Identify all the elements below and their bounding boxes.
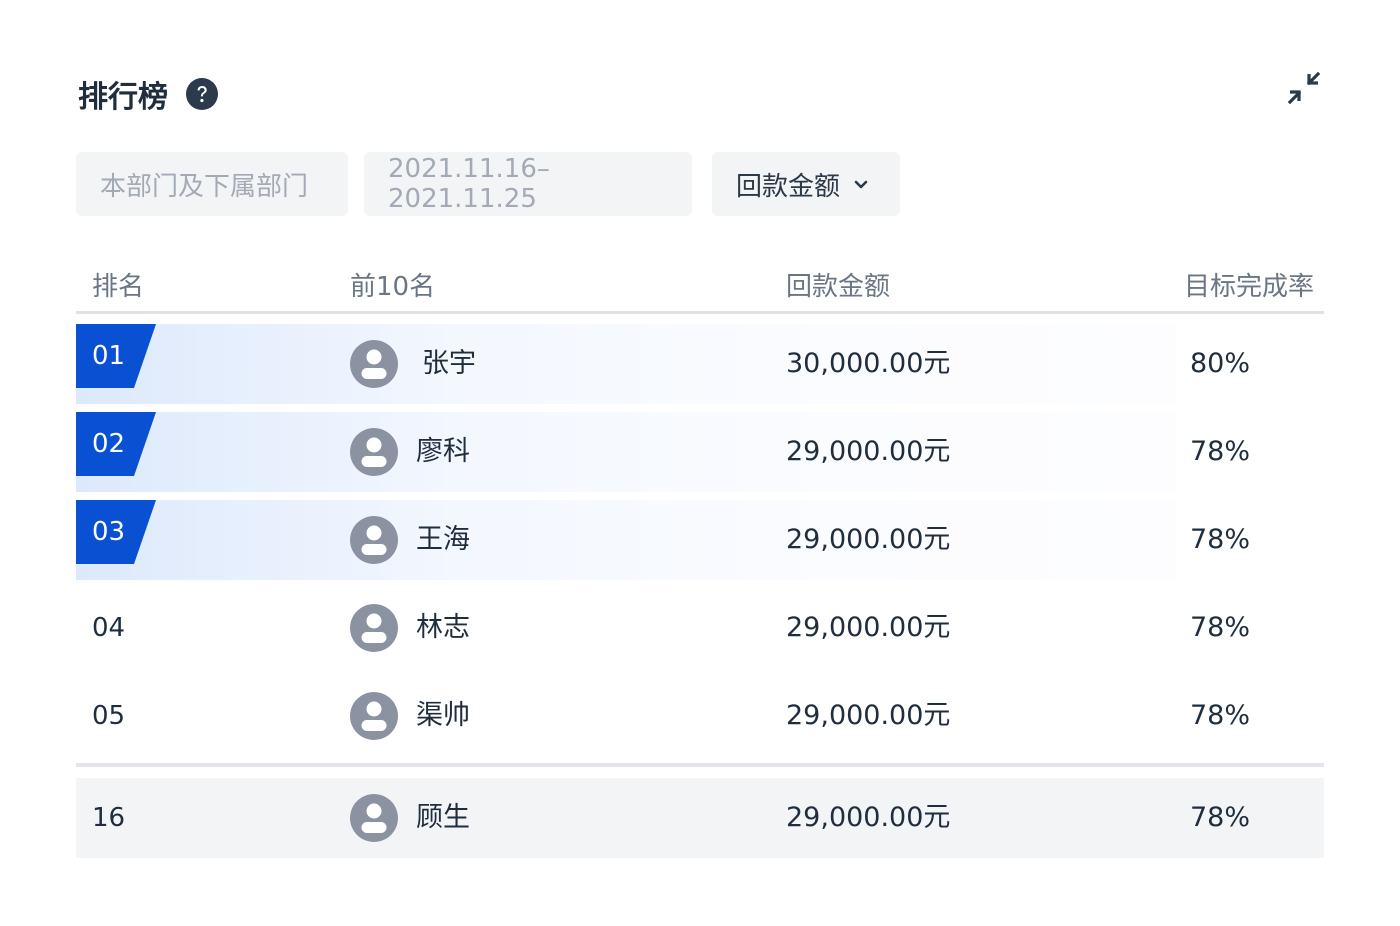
table-row[interactable]: 01 张宇 30,000.00元 80% bbox=[76, 324, 1324, 404]
completion-rate: 80% bbox=[1190, 348, 1251, 379]
completion-rate: 78% bbox=[1190, 802, 1251, 833]
header-divider bbox=[76, 311, 1324, 314]
table-row[interactable]: 04 林志 29,000.00元 78% bbox=[76, 588, 1324, 668]
avatar-icon bbox=[350, 794, 398, 842]
completion-rate: 78% bbox=[1190, 700, 1251, 731]
employee-name: 廖科 bbox=[416, 436, 470, 467]
section-divider bbox=[76, 763, 1324, 767]
panel-header: 排行榜 bbox=[78, 72, 218, 116]
payment-amount: 29,000.00元 bbox=[786, 612, 951, 643]
employee-name: 渠帅 bbox=[416, 700, 470, 731]
rank-number: 04 bbox=[92, 613, 126, 643]
completion-rate: 78% bbox=[1190, 524, 1251, 555]
column-header-name: 前10名 bbox=[350, 272, 436, 302]
rank-number: 16 bbox=[92, 803, 126, 833]
my-rank-row[interactable]: 16 顾生 29,000.00元 78% bbox=[76, 778, 1324, 858]
employee-name: 王海 bbox=[416, 524, 470, 555]
metric-select[interactable]: 回款金额 bbox=[712, 152, 900, 216]
column-header-rate: 目标完成率 bbox=[1184, 272, 1315, 302]
avatar-icon bbox=[350, 604, 398, 652]
employee-name: 林志 bbox=[416, 612, 470, 643]
payment-amount: 29,000.00元 bbox=[786, 436, 951, 467]
column-header-rank: 排名 bbox=[92, 272, 145, 302]
rank-badge: 02 bbox=[76, 412, 158, 476]
question-circle-icon[interactable] bbox=[186, 78, 218, 110]
payment-amount: 29,000.00元 bbox=[786, 700, 951, 731]
employee-name: 张宇 bbox=[422, 348, 476, 379]
rank-badge: 03 bbox=[76, 500, 158, 564]
department-filter[interactable]: 本部门及下属部门 bbox=[76, 152, 348, 216]
table-row[interactable]: 05 渠帅 29,000.00元 78% bbox=[76, 676, 1324, 756]
avatar-icon bbox=[350, 428, 398, 476]
table-row[interactable]: 02 廖科 29,000.00元 78% bbox=[76, 412, 1324, 492]
payment-amount: 30,000.00元 bbox=[786, 348, 951, 379]
avatar-icon bbox=[350, 340, 398, 388]
chevron-down-icon bbox=[854, 180, 868, 189]
avatar-icon bbox=[350, 692, 398, 740]
employee-name: 顾生 bbox=[416, 802, 470, 833]
avatar-icon bbox=[350, 516, 398, 564]
column-header-amount: 回款金额 bbox=[786, 272, 891, 302]
date-range-filter[interactable]: 2021.11.16–2021.11.25 bbox=[364, 152, 692, 216]
payment-amount: 29,000.00元 bbox=[786, 802, 951, 833]
collapse-arrows-icon[interactable] bbox=[1282, 66, 1326, 110]
rank-number: 05 bbox=[92, 701, 126, 731]
table-row[interactable]: 03 王海 29,000.00元 78% bbox=[76, 500, 1324, 580]
completion-rate: 78% bbox=[1190, 436, 1251, 467]
payment-amount: 29,000.00元 bbox=[786, 524, 951, 555]
metric-select-label: 回款金额 bbox=[736, 171, 841, 202]
completion-rate: 78% bbox=[1190, 612, 1251, 643]
rank-badge: 01 bbox=[76, 324, 158, 388]
page-title: 排行榜 bbox=[78, 80, 168, 115]
filter-bar: 本部门及下属部门 2021.11.16–2021.11.25 回款金额 bbox=[76, 152, 900, 216]
table-header: 排名 前10名 回款金额 目标完成率 bbox=[76, 262, 1324, 312]
